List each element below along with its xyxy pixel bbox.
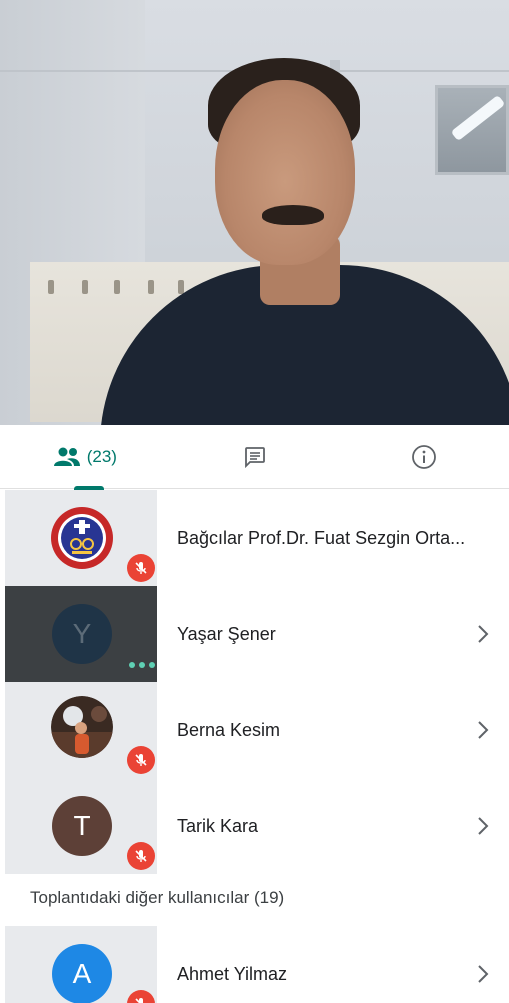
participant-row[interactable]: T Tarik Kara: [0, 778, 509, 874]
chevron-right-icon[interactable]: [476, 623, 490, 645]
speaking-indicator: [129, 658, 155, 672]
speaker-moustache: [262, 205, 324, 225]
avatar: A: [52, 944, 112, 1003]
mic-off-icon: [135, 850, 147, 862]
side-panel-tabs: (23): [0, 425, 509, 490]
participant-row[interactable]: A Ahmet Yilmaz: [0, 926, 509, 1003]
participant-name: Berna Kesim: [177, 720, 281, 740]
muted-mic-badge: [127, 554, 155, 582]
mic-off-icon: [135, 754, 147, 766]
speaker-head: [215, 80, 355, 265]
main-video-feed[interactable]: [0, 0, 509, 425]
avatar: Y: [52, 604, 112, 664]
participant-row[interactable]: Y Yaşar Şener: [0, 586, 509, 682]
participant-tile: Y: [5, 586, 157, 682]
hook: [114, 280, 120, 294]
tab-chat[interactable]: [170, 425, 340, 489]
people-icon: [53, 447, 80, 466]
chevron-right-icon[interactable]: [476, 963, 490, 985]
participant-name: Tarik Kara: [177, 816, 259, 836]
other-participants-heading: Toplantıdaki diğer kullanıcılar (19): [30, 888, 285, 907]
participant-tile: [5, 682, 157, 778]
participant-row[interactable]: Berna Kesim: [0, 682, 509, 778]
avatar: T: [52, 796, 112, 856]
tab-people[interactable]: (23): [0, 425, 170, 490]
photo-avatar: [51, 696, 113, 758]
mic-off-icon: [135, 562, 147, 574]
hook: [148, 280, 154, 294]
participant-tile: T: [5, 778, 157, 874]
participant-tile: [5, 490, 157, 586]
participant-name: Bağcılar Prof.Dr. Fuat Sezgin Orta...: [177, 528, 466, 548]
participant-count: (23): [86, 447, 117, 466]
school-logo-avatar: [51, 507, 113, 569]
mic-off-icon: [135, 998, 143, 1003]
participant-name: Yaşar Şener: [177, 624, 276, 644]
chevron-right-icon[interactable]: [476, 815, 490, 837]
muted-mic-badge: [127, 990, 155, 1003]
participant-tile: A: [5, 926, 157, 1003]
tab-info[interactable]: [339, 425, 509, 489]
hook: [82, 280, 88, 294]
chevron-right-icon[interactable]: [476, 719, 490, 741]
muted-mic-badge: [127, 842, 155, 870]
hook: [48, 280, 54, 294]
info-icon: [412, 445, 437, 469]
participant-name: Ahmet Yilmaz: [177, 964, 288, 984]
chat-icon: [244, 447, 265, 469]
participant-row[interactable]: Bağcılar Prof.Dr. Fuat Sezgin Orta...: [0, 490, 509, 586]
muted-mic-badge: [127, 746, 155, 774]
